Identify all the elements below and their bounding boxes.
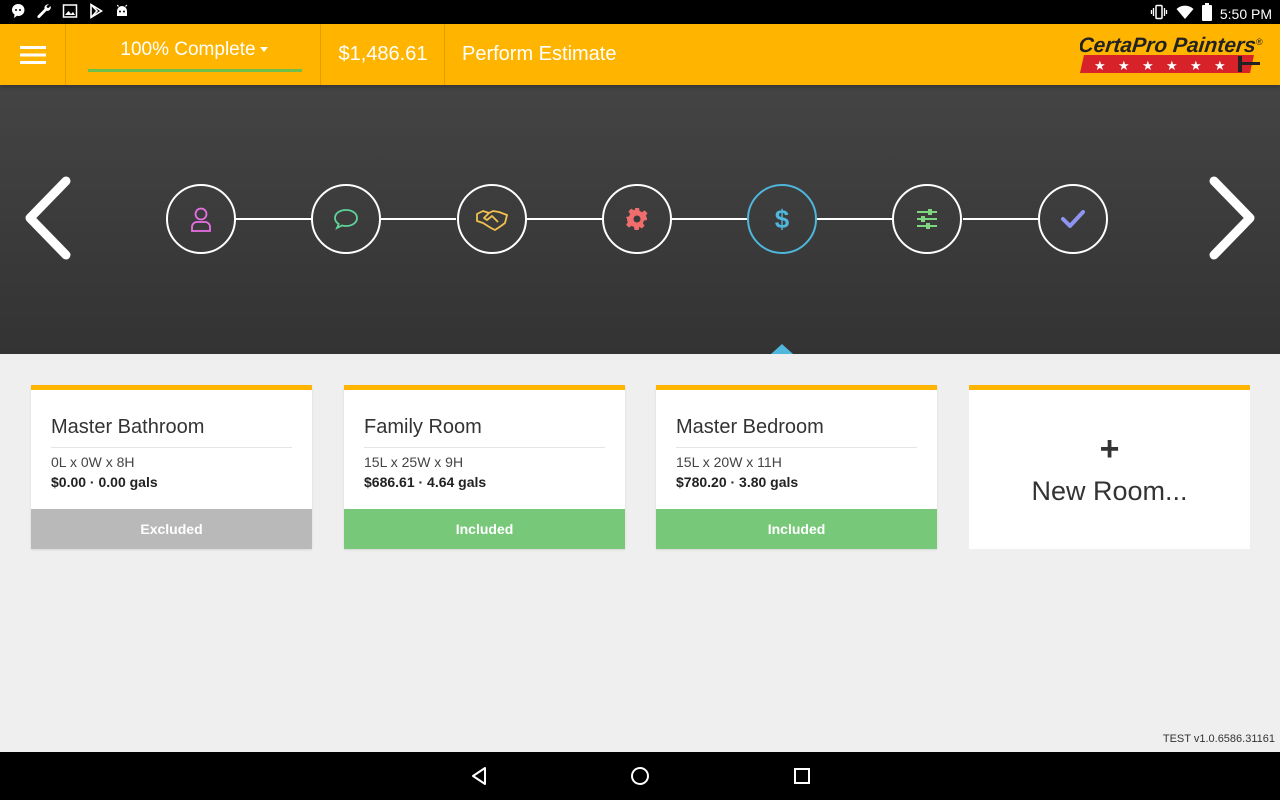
progress-bar-fill	[88, 69, 302, 72]
step-connector	[817, 218, 892, 220]
step-complete[interactable]	[1038, 184, 1108, 254]
step-options[interactable]	[892, 184, 962, 254]
room-name: Master Bathroom	[51, 416, 205, 438]
step-connector	[381, 218, 456, 220]
room-status-toggle[interactable]: Included	[656, 509, 937, 549]
clock: 5:50 PM	[1219, 5, 1272, 22]
step-settings[interactable]	[602, 184, 672, 254]
menu-button[interactable]	[0, 24, 66, 85]
plus-icon: +	[1099, 430, 1120, 468]
room-card-master-bedroom[interactable]: Master Bedroom 15L x 20W x 11H $780.20 ·…	[656, 385, 937, 549]
divider	[676, 447, 917, 448]
active-step-pointer	[771, 344, 793, 354]
hamburger-menu-icon	[19, 45, 46, 64]
dollar-icon: $	[775, 204, 790, 234]
notification-icons	[10, 3, 130, 19]
svg-text:★: ★	[1118, 59, 1130, 74]
home-circle-icon	[631, 767, 649, 785]
battery-icon	[1201, 3, 1212, 24]
caret-down-icon	[259, 47, 268, 53]
workflow-stepper: $	[0, 85, 1280, 354]
svg-text:★: ★	[1142, 59, 1154, 74]
recents-button[interactable]	[790, 764, 814, 788]
status-bar: 5:50 PM	[0, 0, 1280, 24]
play-store-icon	[88, 3, 104, 19]
step-customer[interactable]	[166, 184, 236, 254]
home-button[interactable]	[628, 764, 652, 788]
gear-icon	[626, 208, 648, 230]
divider	[364, 447, 605, 448]
svg-text:★: ★	[1214, 59, 1226, 74]
certapro-logo: CertaPro Painters ® ★ ★ ★ ★ ★ ★	[1077, 32, 1270, 78]
step-interview[interactable]	[311, 184, 381, 254]
divider	[51, 447, 292, 448]
back-button[interactable]	[467, 764, 491, 788]
handshake-icon	[476, 210, 508, 231]
progress-bar	[88, 69, 302, 72]
room-cost: $0.00 · 0.00 gals	[51, 474, 158, 490]
svg-text:★: ★	[1094, 59, 1106, 74]
recents-square-icon	[794, 768, 810, 784]
svg-text:★: ★	[1166, 59, 1178, 74]
room-card-master-bathroom[interactable]: Master Bathroom 0L x 0W x 8H $0.00 · 0.0…	[31, 385, 312, 549]
chevron-left-icon	[25, 176, 71, 260]
room-cost: $686.61 · 4.64 gals	[364, 474, 487, 490]
chat-bubble-icon	[10, 3, 26, 19]
room-status-toggle[interactable]: Included	[344, 509, 625, 549]
new-room-button[interactable]: + New Room...	[969, 385, 1250, 549]
room-name: Family Room	[364, 416, 482, 438]
progress-label: 100% Complete	[120, 39, 256, 60]
user-icon	[191, 207, 211, 232]
chevron-right-icon	[1209, 176, 1255, 260]
step-connector	[236, 218, 311, 220]
image-icon	[62, 3, 78, 19]
room-card-family-room[interactable]: Family Room 15L x 25W x 9H $686.61 · 4.6…	[344, 385, 625, 549]
speech-bubble-icon	[334, 209, 358, 230]
step-connector	[672, 218, 747, 220]
room-name: Master Bedroom	[676, 416, 824, 438]
step-pricing[interactable]: $	[747, 184, 817, 254]
svg-text:CertaPro Painters: CertaPro Painters	[1080, 34, 1257, 57]
room-status-toggle[interactable]: Excluded	[31, 509, 312, 549]
room-dimensions: 15L x 25W x 9H	[364, 454, 464, 470]
sliders-icon	[917, 209, 937, 229]
room-dimensions: 0L x 0W x 8H	[51, 454, 135, 470]
android-icon	[114, 3, 130, 19]
checkmark-icon	[1061, 210, 1085, 228]
page-title: Perform Estimate	[462, 43, 617, 65]
wifi-icon	[1176, 4, 1194, 23]
previous-step-button[interactable]	[18, 173, 78, 263]
back-triangle-icon	[472, 767, 486, 785]
svg-text:®: ®	[1256, 37, 1263, 47]
step-connector	[527, 218, 602, 220]
version-label: TEST v1.0.6586.31161	[1162, 733, 1275, 745]
step-agreement[interactable]	[457, 184, 527, 254]
room-dimensions: 15L x 20W x 11H	[676, 454, 782, 470]
next-step-button[interactable]	[1202, 173, 1262, 263]
wrench-icon	[36, 3, 52, 19]
progress-dropdown[interactable]: 100% Complete	[67, 24, 321, 85]
vibrate-icon	[1150, 4, 1168, 23]
room-cost: $780.20 · 3.80 gals	[676, 474, 799, 490]
new-room-label: New Room...	[1031, 476, 1188, 506]
estimate-total: $1,486.61	[322, 24, 445, 85]
step-connector	[963, 218, 1038, 220]
svg-text:★: ★	[1190, 59, 1202, 74]
system-nav-bar	[0, 752, 1280, 800]
app-header: 100% Complete $1,486.61 Perform Estimate…	[0, 24, 1280, 85]
svg-text:$: $	[775, 204, 790, 234]
